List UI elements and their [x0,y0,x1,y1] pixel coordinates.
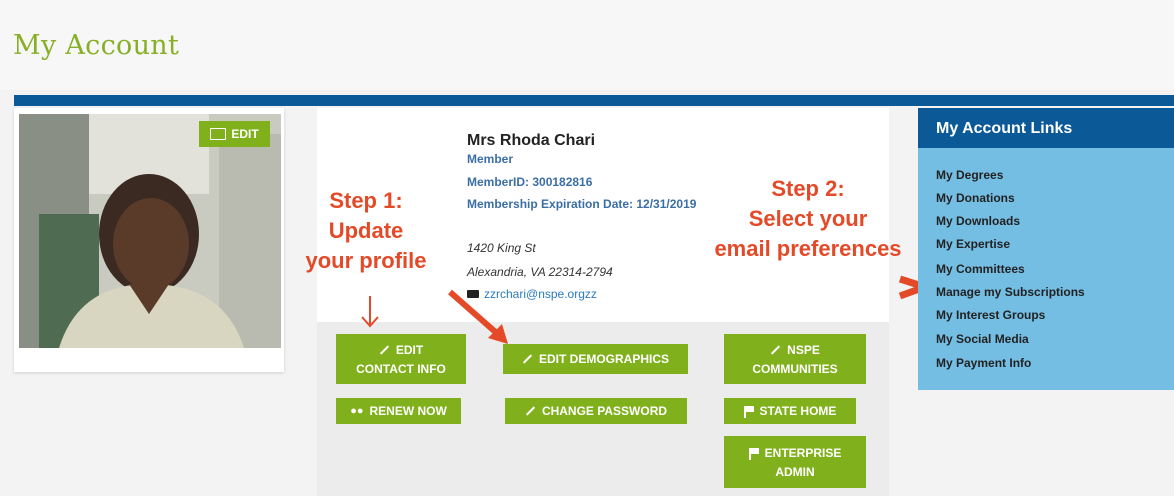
account-links-title: My Account Links [936,120,1073,137]
account-links-header: My Account Links [918,108,1174,148]
link-my-donations[interactable]: My Donations [936,191,1015,205]
step1-diagonal-arrow [448,289,508,344]
link-my-expertise[interactable]: My Expertise [936,237,1010,251]
link-my-payment-info[interactable]: My Payment Info [936,356,1031,370]
link-my-interest-groups[interactable]: My Interest Groups [936,308,1045,322]
link-my-degrees[interactable]: My Degrees [936,168,1003,182]
link-my-committees[interactable]: My Committees [936,262,1025,276]
step1-down-arrow [361,296,379,328]
link-manage-subscriptions[interactable]: Manage my Subscriptions [936,285,1085,299]
link-my-downloads[interactable]: My Downloads [936,214,1020,228]
link-my-social-media[interactable]: My Social Media [936,332,1029,346]
